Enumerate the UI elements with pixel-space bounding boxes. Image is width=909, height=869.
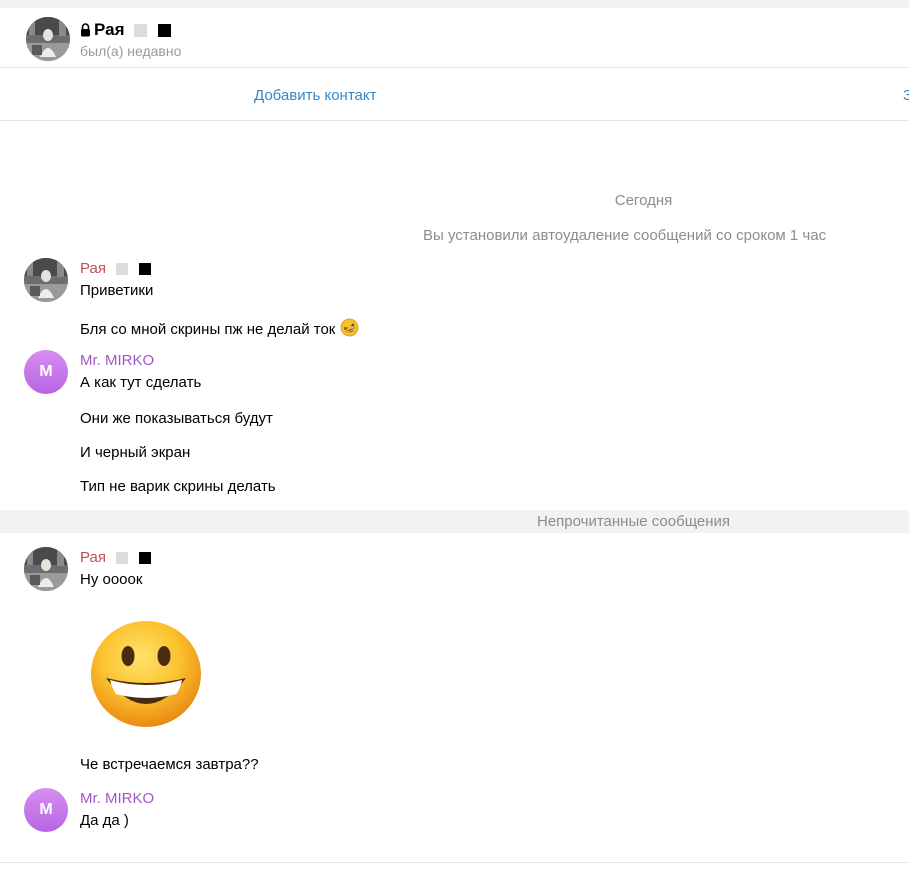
message-text: Че встречаемся завтра?? (80, 756, 259, 773)
contact-status: был(а) недавно (80, 43, 182, 59)
unread-label: Непрочитанные сообщения (537, 513, 730, 530)
message-text: Приветики (80, 282, 154, 299)
chat-window: Рая был(а) недавно Добавить контакт З Се… (0, 0, 909, 869)
message-text: А как тут сделать (80, 374, 202, 391)
dark-square-icon (138, 262, 151, 275)
header-name-row: Рая (80, 20, 171, 40)
rofl-emoji-icon (340, 318, 359, 337)
grinning-face-emoji-icon[interactable] (88, 618, 204, 730)
sender-avatar-letter[interactable]: M (24, 350, 68, 394)
message-text: Бля со мной скрины пж не делай ток (80, 318, 359, 338)
message-text: Ну оооок (80, 571, 143, 588)
sender-name[interactable]: Рая (80, 260, 151, 277)
date-separator: Сегодня (614, 192, 673, 209)
message-text: Тип не варик скрины делать (80, 478, 276, 495)
sender-name-text: Рая (80, 549, 106, 566)
sender-avatar-letter[interactable]: M (24, 788, 68, 832)
message-text: И черный экран (80, 444, 191, 461)
message-text: Они же показываться будут (80, 410, 273, 427)
light-square-icon (133, 23, 147, 37)
sender-avatar[interactable] (24, 547, 68, 591)
dark-square-icon (138, 551, 151, 564)
block-button-partial[interactable]: З (903, 87, 909, 104)
sender-avatar[interactable] (24, 258, 68, 302)
light-square-icon (115, 551, 128, 564)
light-square-icon (115, 262, 128, 275)
sender-name[interactable]: Mr. MIRKO (80, 352, 154, 369)
contact-action-bar: Добавить контакт З (0, 69, 909, 121)
chat-header[interactable]: Рая был(а) недавно (0, 8, 909, 68)
message-text: Да да ) (80, 812, 129, 829)
sender-name[interactable]: Mr. MIRKO (80, 790, 154, 807)
contact-name: Рая (94, 20, 125, 39)
lock-icon (80, 23, 91, 37)
autodelete-notice: Вы установили автоудаление сообщений со … (423, 227, 827, 244)
sender-name[interactable]: Рая (80, 549, 151, 566)
unread-separator: Непрочитанные сообщения (0, 510, 909, 533)
contact-avatar[interactable] (26, 17, 70, 61)
top-strip (0, 0, 909, 8)
sender-name-text: Рая (80, 260, 106, 277)
message-text-content: Бля со мной скрины пж не делай ток (80, 321, 336, 338)
add-contact-button[interactable]: Добавить контакт (254, 87, 376, 104)
divider (0, 862, 909, 863)
dark-square-icon (157, 23, 171, 37)
